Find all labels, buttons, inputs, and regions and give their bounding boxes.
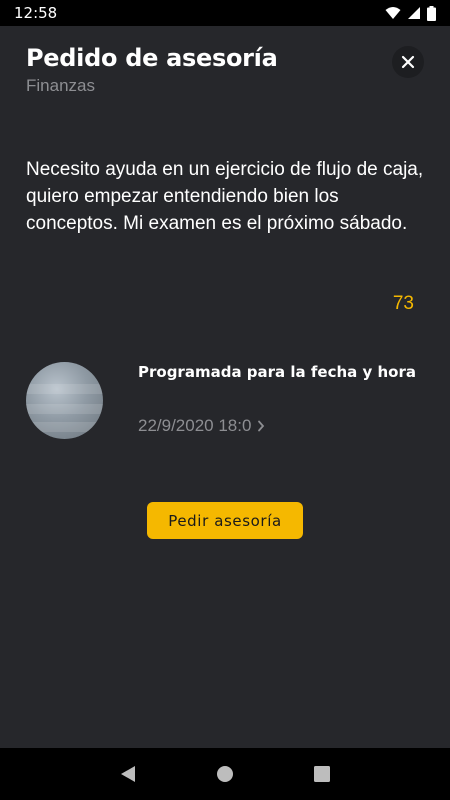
close-button[interactable] <box>392 46 424 78</box>
system-navigation-bar <box>0 748 450 800</box>
schedule-label: Programada para la fecha y hora <box>138 363 416 381</box>
battery-icon <box>427 5 436 21</box>
back-icon <box>121 766 136 782</box>
character-counter: 73 <box>392 293 414 314</box>
wifi-icon <box>385 7 401 19</box>
schedule-datetime-value: 22/9/2020 18:0 <box>138 416 252 435</box>
page-title: Pedido de asesoría <box>26 44 278 72</box>
signal-icon <box>408 7 420 19</box>
recents-icon <box>313 766 330 782</box>
status-bar: 12:58 <box>0 0 450 26</box>
avatar <box>26 362 103 439</box>
back-button[interactable] <box>116 762 140 786</box>
recents-button[interactable] <box>310 762 334 786</box>
schedule-datetime-selector[interactable]: 22/9/2020 18:0 <box>138 416 265 436</box>
status-icons <box>385 5 436 21</box>
request-description: Necesito ayuda en un ejercicio de flujo … <box>26 159 424 234</box>
chevron-right-icon <box>258 420 265 432</box>
request-advisory-button[interactable]: Pedir asesoría <box>147 502 303 539</box>
request-detail-screen: Pedido de asesoría Finanzas Necesito ayu… <box>0 26 450 748</box>
home-icon <box>216 766 233 782</box>
status-time: 12:58 <box>14 4 58 22</box>
home-button[interactable] <box>213 762 237 786</box>
close-icon <box>401 55 415 69</box>
category-subtitle: Finanzas <box>26 76 95 95</box>
